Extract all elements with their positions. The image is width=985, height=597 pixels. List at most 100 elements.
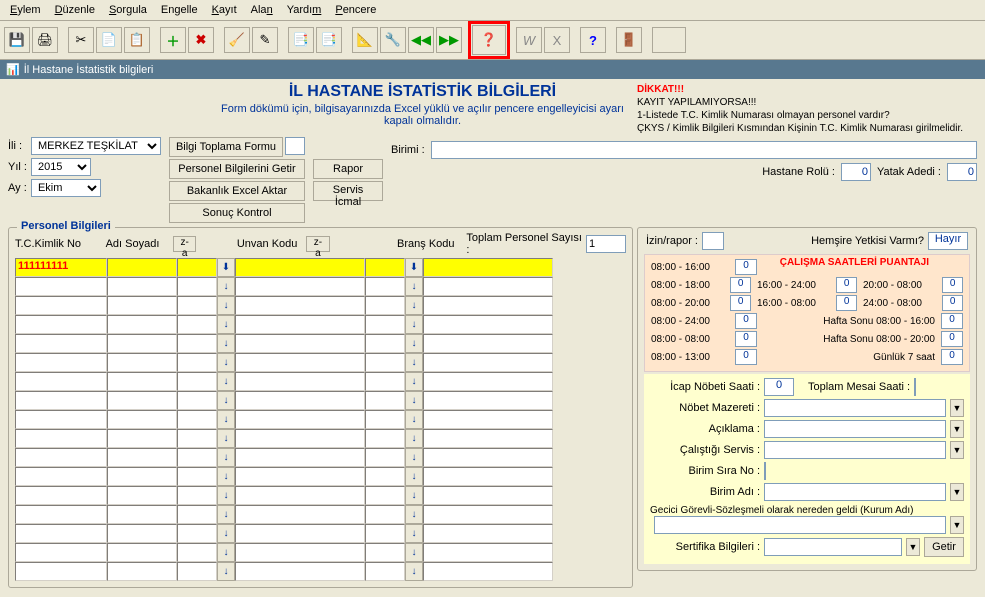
birim-sira-input[interactable] xyxy=(764,462,766,480)
cell-branskod[interactable] xyxy=(365,429,405,448)
download-icon[interactable]: ↓ xyxy=(217,562,235,581)
download-icon[interactable]: ↓ xyxy=(405,334,423,353)
bilgi-toplama-num[interactable] xyxy=(285,137,305,155)
paste-icon[interactable]: 📋 xyxy=(124,27,150,53)
yatak-adedi-value[interactable] xyxy=(947,163,977,181)
cell-branskod[interactable] xyxy=(365,562,405,581)
aciklama-input[interactable] xyxy=(764,420,946,438)
cell-brans[interactable] xyxy=(423,372,553,391)
nobet-mazereti-input[interactable] xyxy=(764,399,946,417)
download-icon[interactable]: ↓ xyxy=(405,448,423,467)
cell-branskod[interactable] xyxy=(365,505,405,524)
cell-unvan[interactable] xyxy=(235,334,365,353)
cell-branskod[interactable] xyxy=(365,486,405,505)
bakanlik-aktar-button[interactable]: Bakanlık Excel Aktar xyxy=(169,181,305,201)
cell-unvankod[interactable] xyxy=(177,543,217,562)
download-icon[interactable]: ↓ xyxy=(217,543,235,562)
punt-value[interactable]: 0 xyxy=(735,259,757,275)
excel-icon[interactable]: X xyxy=(544,27,570,53)
download-icon[interactable]: ↓ xyxy=(405,505,423,524)
gecici-input[interactable] xyxy=(654,516,946,534)
cell-unvan[interactable] xyxy=(235,486,365,505)
download-icon[interactable]: ↓ xyxy=(405,315,423,334)
cell-unvan[interactable] xyxy=(235,448,365,467)
calistigi-servis-input[interactable] xyxy=(764,441,946,459)
punt-value[interactable]: 0 xyxy=(735,331,757,347)
cell-unvan[interactable] xyxy=(235,315,365,334)
download-icon[interactable]: ↓ xyxy=(405,372,423,391)
cell-unvan[interactable] xyxy=(235,543,365,562)
download-icon[interactable]: ↓ xyxy=(405,391,423,410)
download-icon[interactable]: ↓ xyxy=(217,372,235,391)
cell-unvankod[interactable] xyxy=(177,315,217,334)
cell-brans[interactable] xyxy=(423,543,553,562)
download-icon[interactable]: ↓ xyxy=(217,410,235,429)
download-icon[interactable]: ↓ xyxy=(405,562,423,581)
cell-brans[interactable] xyxy=(423,277,553,296)
cell-branskod[interactable] xyxy=(365,543,405,562)
next-icon[interactable]: ▶▶ xyxy=(436,27,462,53)
download-icon[interactable]: ↓ xyxy=(217,277,235,296)
punt-value[interactable]: 0 xyxy=(730,295,751,311)
download-icon[interactable]: ↓ xyxy=(217,391,235,410)
tool2-icon[interactable]: 🔧 xyxy=(380,27,406,53)
cell-unvankod[interactable] xyxy=(177,410,217,429)
tool1-icon[interactable]: 📐 xyxy=(352,27,378,53)
cell-unvankod[interactable] xyxy=(177,505,217,524)
cut-icon[interactable]: ✂ xyxy=(68,27,94,53)
toplam-personel-input[interactable] xyxy=(586,235,626,253)
about-icon[interactable]: ? xyxy=(580,27,606,53)
cell-brans[interactable] xyxy=(423,524,553,543)
cell-adi[interactable] xyxy=(107,543,177,562)
download-icon[interactable]: ↓ xyxy=(405,410,423,429)
cell-unvankod[interactable] xyxy=(177,467,217,486)
cell-tc[interactable]: 111111111 xyxy=(15,258,107,277)
cell-branskod[interactable] xyxy=(365,277,405,296)
save-icon[interactable]: 💾 xyxy=(4,27,30,53)
copy-icon[interactable]: 📄 xyxy=(96,27,122,53)
cell-adi[interactable] xyxy=(107,315,177,334)
cell-adi[interactable] xyxy=(107,372,177,391)
cell-unvankod[interactable] xyxy=(177,296,217,315)
download-icon[interactable]: ⬇ xyxy=(217,258,235,277)
cell-branskod[interactable] xyxy=(365,334,405,353)
menu-yardim[interactable]: Yardım xyxy=(281,2,328,18)
download-icon[interactable]: ↓ xyxy=(217,315,235,334)
cell-brans[interactable] xyxy=(423,429,553,448)
menu-eylem[interactable]: Eylem xyxy=(4,2,47,18)
cell-tc[interactable] xyxy=(15,543,107,562)
download-icon[interactable]: ↓ xyxy=(217,467,235,486)
cell-tc[interactable] xyxy=(15,524,107,543)
cell-unvankod[interactable] xyxy=(177,277,217,296)
servis-icmal-button[interactable]: Servis İcmal xyxy=(313,181,383,201)
cell-adi[interactable] xyxy=(107,258,177,277)
cell-unvankod[interactable] xyxy=(177,562,217,581)
cell-tc[interactable] xyxy=(15,296,107,315)
punt-value[interactable]: 0 xyxy=(735,349,757,365)
menu-alan[interactable]: Alan xyxy=(245,2,279,18)
download-icon[interactable]: ↓ xyxy=(405,486,423,505)
download-icon[interactable]: ⬇ xyxy=(405,258,423,277)
download-icon[interactable]: ↓ xyxy=(217,296,235,315)
download-icon[interactable]: ↓ xyxy=(405,429,423,448)
cell-adi[interactable] xyxy=(107,486,177,505)
rapor-button[interactable]: Rapor xyxy=(313,159,383,179)
cell-unvan[interactable] xyxy=(235,562,365,581)
cell-brans[interactable] xyxy=(423,353,553,372)
birim-adi-dropdown-icon[interactable]: ▼ xyxy=(950,483,964,501)
exit-icon[interactable]: 🚪 xyxy=(616,27,642,53)
cell-tc[interactable] xyxy=(15,410,107,429)
help-box-icon[interactable]: ❓ xyxy=(472,25,506,55)
punt-value[interactable]: 0 xyxy=(735,313,757,329)
cell-unvankod[interactable] xyxy=(177,486,217,505)
sertifika-dropdown-icon[interactable]: ▼ xyxy=(906,538,920,556)
menu-pencere[interactable]: Pencere xyxy=(329,2,382,18)
calistigi-servis-dropdown-icon[interactable]: ▼ xyxy=(950,441,964,459)
cell-brans[interactable] xyxy=(423,315,553,334)
blank-icon[interactable] xyxy=(652,27,686,53)
download-icon[interactable]: ↓ xyxy=(405,543,423,562)
cell-tc[interactable] xyxy=(15,391,107,410)
icap-value[interactable]: 0 xyxy=(764,378,794,396)
cell-brans[interactable] xyxy=(423,296,553,315)
aciklama-dropdown-icon[interactable]: ▼ xyxy=(950,420,964,438)
